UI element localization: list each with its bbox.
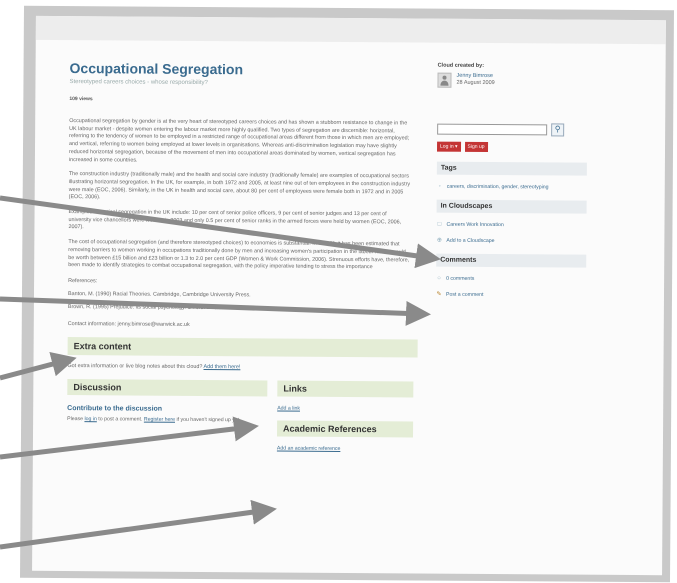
login-link[interactable]: log in <box>84 416 96 422</box>
cloudscape-link[interactable]: Careers Work Innovation <box>446 222 503 228</box>
pencil-icon: ✎ <box>436 291 442 298</box>
page-subtitle: Stereotyped careers choices - whose resp… <box>69 79 208 87</box>
auth-buttons: Log in ▾ Sign up <box>436 141 587 153</box>
creator-details: Jenny Bimrose 28 August 2009 <box>456 73 494 87</box>
academic-references-heading: Academic References <box>277 420 414 438</box>
tags-links[interactable]: careers, discrimination, gender, stereot… <box>447 184 549 191</box>
reference-item: Brown, R. (1995) Prejudice: its social p… <box>67 304 231 312</box>
page-title: Occupational Segregation <box>69 60 244 78</box>
created-by-label: Cloud created by: <box>437 62 485 69</box>
prompt-text: Please <box>67 416 84 423</box>
comments-heading: Comments <box>436 253 587 268</box>
speech-bubble-icon: ○ <box>437 275 441 282</box>
add-to-cloudscape-link[interactable]: Add to a Cloudscape <box>446 238 494 244</box>
login-button[interactable]: Log in ▾ <box>436 141 461 152</box>
web-page: Occupational Segregation Stereotyped car… <box>32 15 666 576</box>
sidebar: Cloud created by: Jenny Bimrose 28 Augus… <box>436 63 588 309</box>
signup-button[interactable]: Sign up <box>464 141 488 152</box>
extra-content-text: Got extra information or live blog notes… <box>67 363 422 371</box>
add-academic-reference-link[interactable]: Add an academic reference <box>277 445 413 452</box>
comments-count-item[interactable]: ○ 0 comments <box>436 276 586 283</box>
top-bar <box>35 15 666 45</box>
register-link[interactable]: Register here <box>144 417 175 423</box>
search-icon[interactable]: ⚲ <box>551 123 565 137</box>
body-paragraph: The cost of occupational segregation (an… <box>68 239 410 271</box>
contact-info: Contact information: jenny.bimrose@warwi… <box>67 321 190 328</box>
creator-info: Jenny Bimrose 28 August 2009 <box>437 72 587 89</box>
view-count: 109 views <box>69 96 93 103</box>
add-to-cloudscape-item[interactable]: ⊕ Add to a Cloudscape <box>436 238 586 245</box>
main-content: Occupational Segregation Stereotyped car… <box>67 60 425 491</box>
tags-heading: Tags <box>436 161 587 176</box>
add-icon: ⊕ <box>436 237 442 244</box>
reference-item: Banton, M. (1990) Racial Theories. Cambr… <box>67 291 251 299</box>
contribute-heading: Contribute to the discussion <box>67 405 163 413</box>
prompt-text: if you haven't signed up yet. <box>176 416 241 424</box>
references-label: References: <box>68 278 98 285</box>
links-heading: Links <box>277 380 414 398</box>
login-prompt: Please log in to post a comment. Registe… <box>67 416 267 424</box>
prompt-text: to post a comment. <box>98 416 143 423</box>
body-paragraph: Examples of vertical segregation in the … <box>68 209 402 231</box>
post-comment-item[interactable]: ✎ Post a comment <box>436 292 586 299</box>
search-box: ⚲ <box>437 123 587 137</box>
tag-icon: ◦ <box>438 183 441 190</box>
body-paragraph: Occupational segregation by gender is at… <box>68 118 410 164</box>
cloudscapes-heading: In Cloudscapes <box>436 199 587 214</box>
cloudscape-icon: □ <box>437 221 442 228</box>
search-input[interactable] <box>437 123 548 136</box>
add-extra-content-link[interactable]: Add them here! <box>204 364 241 370</box>
discussion-section: Discussion Contribute to the discussion … <box>67 379 268 424</box>
comments-count-link[interactable]: 0 comments <box>446 276 474 282</box>
tags-list: ◦ careers, discrimination, gender, stere… <box>437 184 587 191</box>
discussion-heading: Discussion <box>67 379 268 397</box>
extra-content-heading: Extra content <box>67 337 418 358</box>
links-section: Links Add a link Academic References Add… <box>277 380 414 461</box>
add-link-link[interactable]: Add a link <box>277 405 413 412</box>
references: References: Banton, M. (1990) Racial The… <box>68 277 423 313</box>
post-comment-link[interactable]: Post a comment <box>446 292 484 298</box>
avatar[interactable] <box>437 72 452 88</box>
bottom-sections: Discussion Contribute to the discussion … <box>67 379 423 491</box>
body-paragraph: The construction industry (traditionally… <box>68 171 411 201</box>
cloudscape-item[interactable]: □ Careers Work Innovation <box>436 222 586 229</box>
creation-date: 28 August 2009 <box>456 79 495 87</box>
photo-frame: Occupational Segregation Stereotyped car… <box>20 5 674 583</box>
extra-content-prompt: Got extra information or live blog notes… <box>67 363 203 370</box>
